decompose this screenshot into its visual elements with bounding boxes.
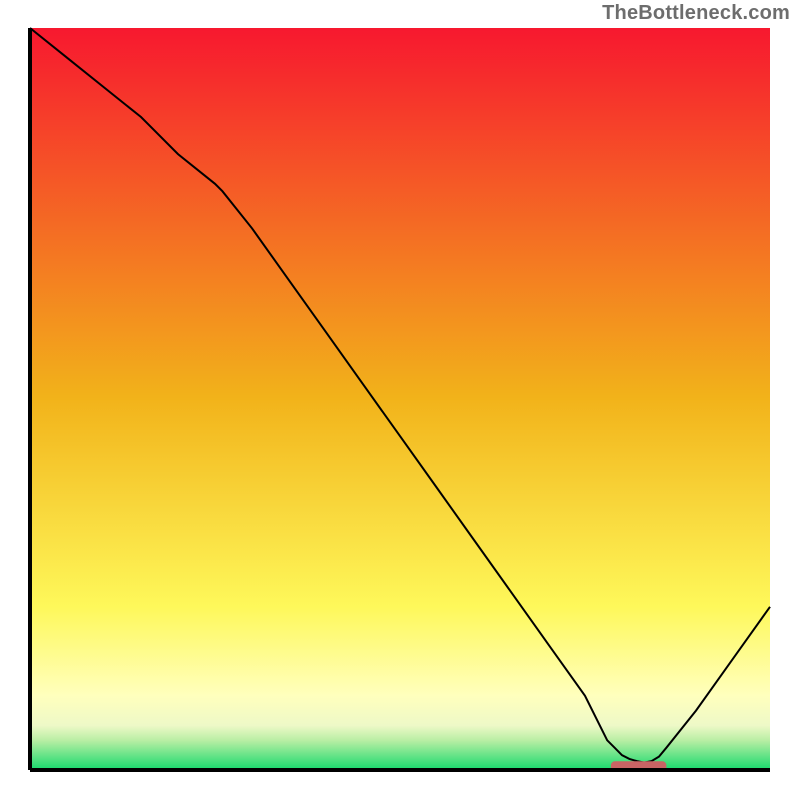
watermark-label: TheBottleneck.com: [602, 2, 790, 25]
bottleneck-chart: [0, 0, 800, 800]
plot-background: [30, 28, 770, 770]
page-root: TheBottleneck.com: [0, 0, 800, 800]
